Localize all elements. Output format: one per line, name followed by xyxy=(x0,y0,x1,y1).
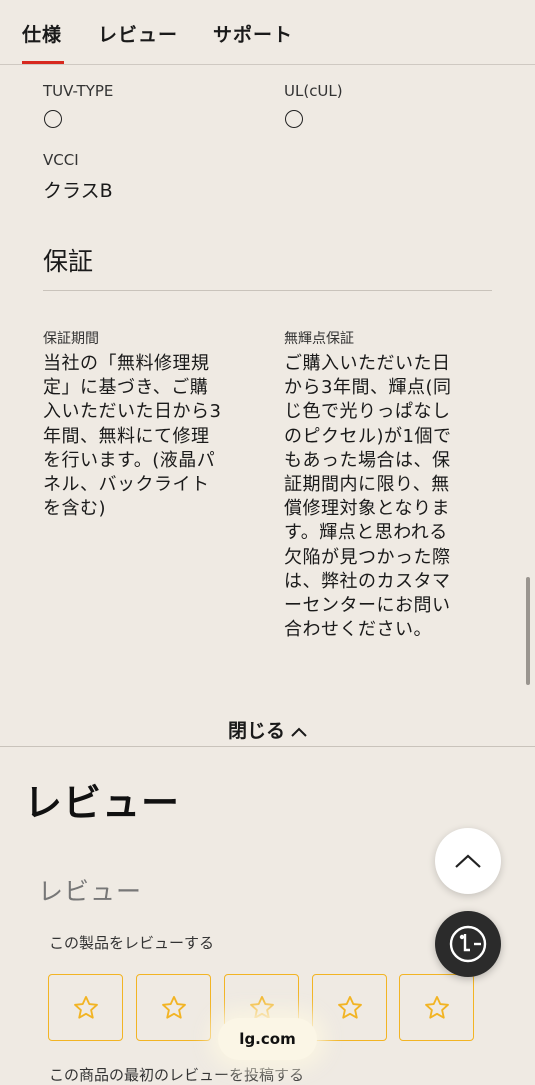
first-review-text[interactable]: この商品の最初のレビューを投稿する xyxy=(49,1064,304,1085)
warranty-title: 保証 xyxy=(43,247,94,276)
spec-value-vcci: クラスB xyxy=(43,180,113,202)
chevron-up-icon xyxy=(455,854,481,868)
chevron-up-icon xyxy=(291,727,307,737)
text-line: 定」に基づき、ご購 xyxy=(43,377,209,399)
review-prompt: この製品をレビューする xyxy=(49,934,215,952)
tab-reviews[interactable]: レビュー xyxy=(98,20,178,47)
star-rating-button[interactable] xyxy=(48,974,123,1041)
text-line: から3年間、輝点(同 xyxy=(284,377,452,399)
star-rating-button[interactable] xyxy=(399,974,474,1041)
text-line: ネル、バックライト xyxy=(43,474,210,496)
text-line: は、弊社のカスタマ xyxy=(284,570,451,592)
star-outline-icon xyxy=(161,995,186,1019)
text-line: す。輝点と思われる xyxy=(284,522,448,544)
text-line: 年間、無料にて修理 xyxy=(43,425,210,447)
bright-dot-warranty-label: 無輝点保証 xyxy=(284,331,354,347)
lg-logo-icon xyxy=(449,925,487,963)
text-line: を含む) xyxy=(43,498,107,520)
star-rating-button[interactable] xyxy=(312,974,387,1041)
spec-label-ul: UL(cUL) xyxy=(284,82,343,100)
star-outline-icon xyxy=(337,995,362,1019)
star-outline-icon xyxy=(424,995,449,1019)
tab-specs[interactable]: 仕様 xyxy=(22,20,62,47)
star-rating-button[interactable] xyxy=(136,974,211,1041)
lg-chat-button[interactable] xyxy=(435,911,501,977)
tab-bar: 仕様 レビュー サポート xyxy=(0,0,535,65)
text-line: もあった場合は、保 xyxy=(284,449,451,471)
warranty-period-label: 保証期間 xyxy=(43,331,99,347)
text-line: 当社の「無料修理規 xyxy=(43,353,210,374)
close-label: 閉じる xyxy=(227,720,285,742)
browser-url-pill[interactable]: lg.com xyxy=(218,1018,317,1060)
text-line: じ色で光りっぱなし xyxy=(284,401,451,423)
text-line: 入いただいた日から3 xyxy=(43,401,222,423)
text-line: ーセンターにお問い xyxy=(284,595,451,617)
warranty-period-text: 当社の「無料修理規 定」に基づき、ご購 入いただいた日から3 年間、無料にて修理 を行い… xyxy=(43,352,273,521)
active-tab-indicator xyxy=(22,61,64,64)
text-line: 合わせください。 xyxy=(284,619,432,641)
text-line: 償修理対象となりま xyxy=(284,498,450,520)
text-line: のピクセル)が1個で xyxy=(284,425,452,447)
close-button[interactable]: 閉じる xyxy=(0,716,535,743)
reviews-subheading: レビュー xyxy=(38,877,143,906)
spec-label-tuv: TUV-TYPE xyxy=(43,82,114,100)
text-line: を行います。(液晶パ xyxy=(43,449,216,471)
scroll-to-top-button[interactable] xyxy=(435,828,501,894)
star-outline-icon xyxy=(73,995,98,1019)
text-line: ご購入いただいた日 xyxy=(284,353,451,374)
scrollbar-thumb[interactable] xyxy=(526,577,530,685)
text-line: 証期間内に限り、無 xyxy=(284,474,450,496)
bright-dot-warranty-text: ご購入いただいた日 から3年間、輝点(同 じ色で光りっぱなし のピクセル)が1個で もあ… xyxy=(284,352,504,642)
reviews-heading: レビュー xyxy=(24,781,181,825)
section-divider xyxy=(43,290,492,291)
section-divider xyxy=(0,746,535,747)
tab-support[interactable]: サポート xyxy=(213,20,293,47)
spec-label-vcci: VCCI xyxy=(43,151,79,169)
text-line: 欠陥が見つかった際 xyxy=(284,546,451,568)
circle-mark-icon xyxy=(285,110,303,128)
circle-mark-icon xyxy=(44,110,62,128)
